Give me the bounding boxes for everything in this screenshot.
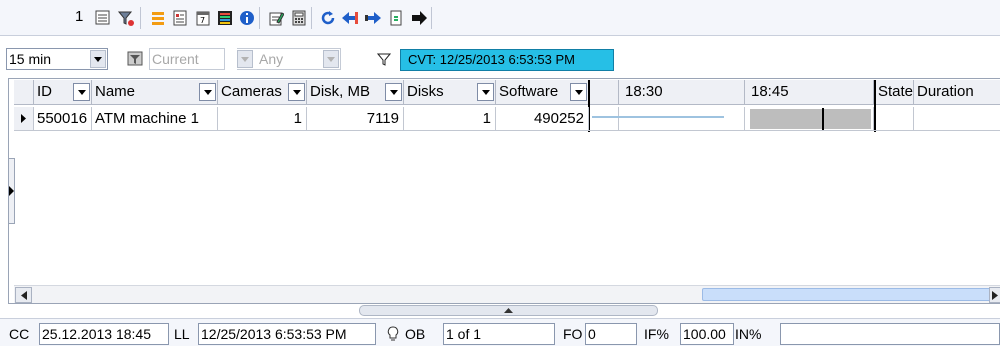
chevron-left-icon: [20, 290, 27, 300]
column-name[interactable]: Name: [92, 80, 218, 105]
chevron-right-icon: [992, 290, 998, 300]
chevron-down-icon[interactable]: [199, 83, 216, 101]
bulb-icon: [383, 324, 402, 343]
fo-label: FO: [563, 326, 583, 342]
cell-state[interactable]: [874, 107, 914, 131]
column-state[interactable]: State: [874, 80, 914, 105]
scroll-left-button[interactable]: [15, 287, 32, 303]
cell-cameras[interactable]: 1: [218, 107, 307, 131]
cell-disk[interactable]: 7119: [307, 107, 404, 131]
cell-id[interactable]: 550016: [34, 107, 92, 131]
svg-text:7: 7: [200, 16, 205, 25]
notepad-icon[interactable]: [170, 8, 189, 27]
timeline-cell: [589, 107, 619, 131]
state-value: Any: [259, 51, 284, 67]
column-cameras[interactable]: Cameras: [218, 80, 307, 105]
chevron-right-icon: [9, 186, 14, 196]
row-pointer-icon: [21, 114, 26, 123]
column-disk-label: Disk, MB: [310, 83, 370, 100]
list-icon[interactable]: [93, 8, 112, 27]
camera-select[interactable]: Current: [149, 48, 225, 70]
camera-filter-icon[interactable]: [126, 49, 145, 68]
interval-select[interactable]: 15 min: [6, 48, 108, 70]
wrench-filter-icon[interactable]: [116, 8, 135, 27]
color-palette-icon[interactable]: [215, 8, 234, 27]
timeline-current-marker: [822, 108, 824, 130]
edit-sheet-icon[interactable]: [266, 8, 285, 27]
ll-label: LL: [174, 326, 190, 342]
arrow-right-icon[interactable]: [363, 8, 382, 27]
column-name-label: Name: [95, 83, 136, 100]
column-id[interactable]: ID: [34, 80, 92, 105]
document-icon[interactable]: [386, 8, 405, 27]
if-label: IF%: [644, 326, 669, 342]
column-disks-label: Disks: [407, 83, 444, 100]
chevron-down-icon[interactable]: [90, 50, 106, 68]
ll-value: 12/25/2013 6:53:53 PM: [198, 323, 376, 345]
cell-software[interactable]: 490252: [496, 107, 589, 131]
timeline-block: [750, 109, 871, 129]
cvt-timestamp: CVT: 12/25/2013 6:53:53 PM: [400, 49, 614, 71]
if-value: 100.00: [680, 323, 734, 345]
scroll-right-button[interactable]: [989, 287, 1000, 303]
cell-name[interactable]: ATM machine 1: [92, 107, 218, 131]
column-software-label: Software: [499, 83, 559, 100]
row-indicator[interactable]: [14, 107, 34, 131]
calculator-icon[interactable]: [289, 8, 308, 27]
state-select[interactable]: Any: [237, 48, 341, 70]
row-indicator-header: [14, 80, 34, 105]
toolbar-separator: [311, 7, 312, 29]
chevron-down-icon[interactable]: [237, 50, 253, 68]
column-time-1830: 18:30: [619, 80, 745, 105]
chevron-down-icon[interactable]: [288, 83, 305, 101]
column-time-1845: 18:45: [745, 80, 874, 105]
timeline-activity-line: [592, 116, 724, 118]
cc-value: 25.12.2013 18:45: [39, 323, 169, 345]
chevron-down-icon[interactable]: [477, 83, 494, 101]
chevron-down-icon[interactable]: [73, 83, 90, 101]
chevron-down-icon[interactable]: [570, 83, 587, 101]
grid-header: ID Name Cameras Disk, MB Disks Software …: [14, 80, 1000, 105]
scroll-thumb[interactable]: [702, 288, 992, 301]
arrow-forward-icon[interactable]: [409, 8, 428, 27]
camera-value: Current: [152, 51, 199, 67]
cell-disks[interactable]: 1: [404, 107, 496, 131]
column-cameras-label: Cameras: [221, 83, 282, 100]
orange-bars-icon[interactable]: [148, 8, 167, 27]
toolbar-separator: [431, 7, 432, 29]
timeline-gap: [589, 80, 619, 105]
arrow-left-icon[interactable]: [340, 8, 359, 27]
cc-label: CC: [9, 326, 30, 342]
column-duration[interactable]: Duration: [914, 80, 1000, 105]
chevron-down-icon[interactable]: [323, 50, 339, 68]
panel-splitter[interactable]: [359, 305, 658, 316]
cell-duration[interactable]: [914, 107, 1000, 131]
interval-value: 15 min: [9, 51, 52, 67]
in-value: [780, 323, 1000, 345]
status-bar: CC 25.12.2013 18:45 LL 12/25/2013 6:53:5…: [0, 318, 1000, 346]
chevron-down-icon[interactable]: [385, 83, 402, 101]
column-software[interactable]: Software: [496, 80, 589, 105]
side-panel-toggle[interactable]: [8, 158, 15, 224]
chevron-up-icon: [504, 308, 513, 313]
timeline-cell: [619, 107, 745, 131]
funnel-icon[interactable]: [374, 49, 393, 68]
fo-value: 0: [585, 323, 637, 345]
column-id-label: ID: [37, 83, 52, 100]
ob-label: OB: [405, 326, 426, 342]
column-disk[interactable]: Disk, MB: [307, 80, 404, 105]
horizontal-scrollbar[interactable]: [14, 285, 1000, 303]
toolbar-separator: [259, 7, 260, 29]
info-icon[interactable]: [237, 8, 256, 27]
toolbar: 1 7: [0, 0, 1000, 36]
in-label: IN%: [735, 326, 762, 342]
calendar-icon[interactable]: 7: [193, 8, 212, 27]
toolbar-separator: [140, 7, 141, 29]
column-disks[interactable]: Disks: [404, 80, 496, 105]
refresh-icon[interactable]: [318, 8, 337, 27]
ob-value: 1 of 1: [443, 323, 555, 345]
toolbar-counter: 1: [75, 8, 84, 25]
